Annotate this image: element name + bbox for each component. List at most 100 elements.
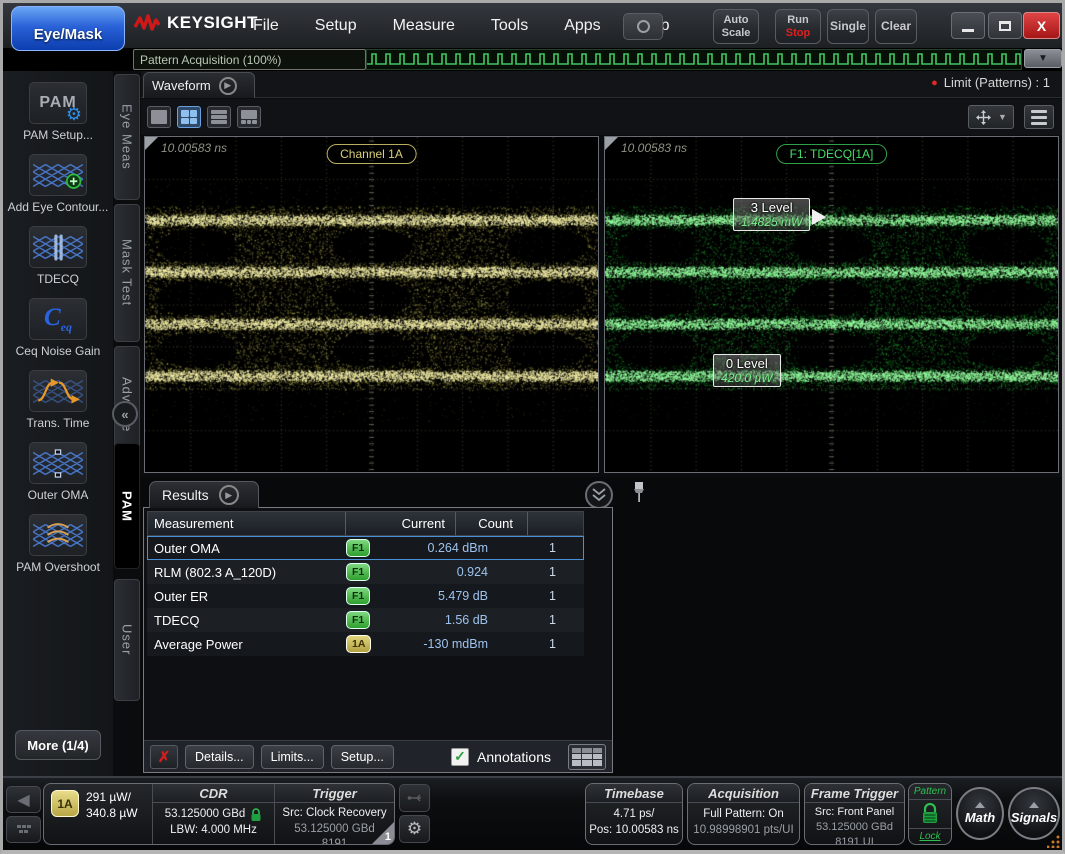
sidebar-item-pam-overshoot[interactable]: PAM Overshoot — [3, 514, 113, 575]
table-row[interactable]: Average Power 1A -130 mdBm 1 — [147, 632, 584, 656]
pattern-acquisition-label: Pattern Acquisition (100%) — [133, 49, 366, 70]
source-badge-1a: 1A — [346, 635, 371, 653]
close-button[interactable]: X — [1023, 12, 1060, 39]
title-bar: KEYSIGHT File Setup Measure Tools Apps H… — [3, 3, 1062, 48]
panel-back-button[interactable]: ◀ — [6, 786, 41, 813]
limits-button[interactable]: Limits... — [261, 745, 324, 769]
channel-cdr-trigger-group[interactable]: 1A 291 µW/ 340.8 µW CDR 53.125000 GBd LB… — [43, 783, 395, 845]
frame-trigger-status[interactable]: Frame Trigger Src: Front Panel 53.125000… — [804, 783, 905, 845]
measurement-sidebar: PAM ⚙ PAM Setup... Add Eye Contour... T — [3, 71, 113, 776]
waveform-header: Waveform ▶ ● Limit (Patterns) : 1 — [141, 71, 1062, 98]
screenshot-button[interactable] — [623, 13, 663, 40]
annotation-0-level[interactable]: 0 Level 420.0 µW — [713, 354, 781, 387]
table-view-button[interactable] — [568, 744, 606, 770]
sidebar-item-trans-time[interactable]: Trans. Time — [3, 370, 113, 431]
run-stop-button[interactable]: Run Stop — [775, 9, 821, 44]
layout-quad-button[interactable] — [177, 106, 201, 128]
panel-grid-button[interactable] — [6, 816, 41, 843]
chevron-down-icon: ▼ — [998, 112, 1007, 122]
sidebar-collapse-button[interactable]: « — [112, 401, 138, 427]
measurement-name: TDECQ — [148, 613, 346, 628]
layout-single-button[interactable] — [147, 106, 171, 128]
tab-mask-test[interactable]: Mask Test — [114, 204, 140, 342]
minimize-button[interactable] — [951, 12, 985, 39]
table-row[interactable]: RLM (802.3 A_120D) F1 0.924 1 — [147, 560, 584, 584]
pushpin-icon — [631, 481, 647, 505]
maximize-icon — [999, 21, 1011, 31]
channel-1a-status[interactable]: 1A 291 µW/ 340.8 µW — [44, 784, 152, 844]
column-current[interactable]: Current — [388, 512, 456, 535]
maximize-button[interactable] — [988, 12, 1022, 39]
settings-button[interactable]: ⚙ — [399, 815, 430, 843]
layout-rows-button[interactable] — [207, 106, 231, 128]
tab-pam[interactable]: PAM — [114, 443, 140, 569]
auto-scale-button[interactable]: Auto Scale — [713, 9, 759, 44]
setup-button[interactable]: Setup... — [331, 745, 394, 769]
waveform-tab[interactable]: Waveform ▶ — [143, 72, 255, 98]
column-measurement[interactable]: Measurement — [148, 512, 346, 535]
more-measurements-button[interactable]: More (1/4) — [15, 730, 101, 760]
triangle-up-icon — [975, 802, 985, 808]
play-icon[interactable]: ▶ — [219, 77, 237, 95]
cdr-status[interactable]: CDR 53.125000 GBd LBW: 4.000 MHz — [152, 784, 274, 844]
clear-button[interactable]: Clear — [875, 9, 917, 44]
tdecq-icon — [29, 226, 87, 268]
display-menu-button[interactable] — [1024, 105, 1054, 129]
results-pin-button[interactable] — [631, 481, 649, 505]
tdecq-f1-source-pill[interactable]: F1: TDECQ[1A] — [776, 144, 888, 164]
menu-tools[interactable]: Tools — [473, 17, 546, 35]
pattern-strip-dropdown-button[interactable]: ▼ — [1024, 49, 1062, 68]
acquisition-progress-row: Pattern Acquisition (100%) ▼ — [133, 49, 1062, 70]
resize-grip[interactable] — [1047, 835, 1060, 848]
delete-measurement-button[interactable]: ✗ — [150, 745, 178, 769]
annotation-value: 420.0 µW — [721, 371, 773, 385]
math-button[interactable]: Math — [956, 787, 1004, 840]
pattern-lock-status[interactable]: Pattern Lock — [908, 783, 952, 845]
annotation-3-level[interactable]: 3 Level 1.4825 mW — [733, 198, 810, 231]
menu-setup[interactable]: Setup — [297, 17, 375, 35]
triangle-up-icon — [1029, 802, 1039, 808]
sidebar-item-add-eye-contour[interactable]: Add Eye Contour... — [3, 154, 113, 215]
measurement-category-tabstrip: Eye Meas Mask Test Adv Eye « PAM User — [113, 71, 141, 776]
play-icon[interactable]: ▶ — [219, 485, 239, 505]
eye-panel-tdecq-f1[interactable]: 10.00583 ns F1: TDECQ[1A] 3 Level 1.4825… — [604, 136, 1059, 473]
checkbox-checked-icon[interactable]: ✓ — [451, 748, 469, 766]
sidebar-item-label: Outer OMA — [6, 488, 110, 503]
sidebar-item-outer-oma[interactable]: Outer OMA — [3, 442, 113, 503]
tab-eye-meas[interactable]: Eye Meas — [114, 74, 140, 200]
layout-mixed-button[interactable] — [237, 106, 261, 128]
timebase-status[interactable]: Timebase 4.71 ps/ Pos: 10.00583 ns — [585, 783, 683, 845]
results-tab[interactable]: Results ▶ — [149, 481, 259, 508]
eye-mask-mode-tab[interactable]: Eye/Mask — [11, 6, 125, 51]
cdr-lbw-readout: LBW: 4.000 MHz — [153, 823, 274, 839]
details-button[interactable]: Details... — [185, 745, 254, 769]
frame-trigger-rate-readout: 53.125000 GBd — [805, 820, 904, 835]
table-row[interactable]: Outer OMA F1 0.264 dBm 1 — [147, 536, 584, 560]
menu-file[interactable]: File — [235, 17, 297, 35]
pan-zoom-button[interactable]: ▼ — [968, 105, 1014, 129]
tab-user[interactable]: User — [114, 579, 140, 701]
channel-1a-source-pill[interactable]: Channel 1A — [326, 144, 417, 164]
trigger-status[interactable]: Trigger Src: Clock Recovery 53.125000 GB… — [274, 784, 394, 844]
annotations-toggle[interactable]: ✓ Annotations — [451, 748, 551, 766]
single-button[interactable]: Single — [827, 9, 869, 44]
table-row[interactable]: Outer ER F1 5.479 dB 1 — [147, 584, 584, 608]
sidebar-item-pam-setup[interactable]: PAM ⚙ PAM Setup... — [3, 82, 113, 143]
stop-label: Stop — [786, 27, 810, 40]
table-row[interactable]: TDECQ F1 1.56 dB 1 — [147, 608, 584, 632]
sidebar-item-tdecq[interactable]: TDECQ — [3, 226, 113, 287]
waveform-tab-label: Waveform — [152, 78, 211, 93]
menu-measure[interactable]: Measure — [375, 17, 473, 35]
usb-panel-button[interactable] — [399, 784, 430, 812]
menu-apps[interactable]: Apps — [546, 17, 618, 35]
timebase-position-readout: 10.00583 ns — [161, 141, 227, 155]
cdr-rate-readout: 53.125000 GBd — [165, 807, 246, 823]
timebase-scale-readout: 4.71 ps/ — [586, 807, 682, 823]
channel-1a-badge[interactable]: 1A — [51, 790, 79, 817]
column-count[interactable]: Count — [456, 512, 528, 535]
eye-panel-channel-1a[interactable]: 10.00583 ns Channel 1A — [144, 136, 599, 473]
sidebar-item-ceq-noise-gain[interactable]: Ceq Ceq Noise Gain — [3, 298, 113, 359]
signals-button[interactable]: Signals — [1008, 787, 1060, 840]
results-collapse-button[interactable] — [585, 481, 613, 509]
acquisition-status[interactable]: Acquisition Full Pattern: On 10.98998901… — [687, 783, 800, 845]
